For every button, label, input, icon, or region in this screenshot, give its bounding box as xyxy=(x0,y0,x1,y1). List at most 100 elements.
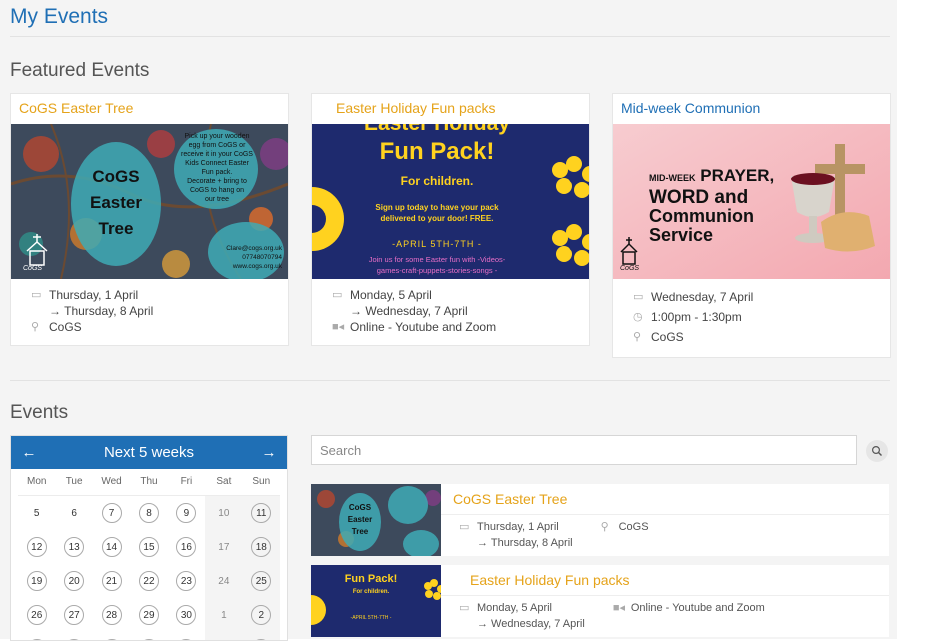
calendar-day-number[interactable]: 7 xyxy=(101,503,122,523)
calendar-day-event[interactable]: 5 xyxy=(93,632,130,640)
calendar-day-event[interactable]: 6 xyxy=(130,632,167,640)
calendar-day-event[interactable]: 21 xyxy=(93,564,130,598)
featured-card-title[interactable]: Easter Holiday Fun packs xyxy=(312,94,589,124)
calendar-day-number[interactable]: 19 xyxy=(26,571,47,591)
svg-text:For children.: For children. xyxy=(353,589,390,595)
calendar-day-number[interactable]: 29 xyxy=(138,605,159,625)
calendar-icon: ▭ xyxy=(31,289,42,301)
event-date-start: Monday, 5 April xyxy=(350,288,432,302)
calendar-day-event[interactable]: 14 xyxy=(93,530,130,564)
calendar-day-event[interactable]: 22 xyxy=(130,564,167,598)
calendar-day-event[interactable]: 8 xyxy=(130,496,167,530)
calendar-day-event[interactable]: 27 xyxy=(55,598,92,632)
calendar-day-event[interactable]: 26 xyxy=(18,598,55,632)
events-section-title: Events xyxy=(10,402,69,423)
arrow-left-icon[interactable]: ← xyxy=(21,444,37,461)
calendar-day-event[interactable]: 29 xyxy=(130,598,167,632)
calendar-day-event[interactable]: 13 xyxy=(55,530,92,564)
fun-pack-body-line: delivered to your door! FREE. xyxy=(380,214,494,223)
calendar-icon: ▭ xyxy=(459,521,470,533)
featured-card-fun-packs[interactable]: Easter Holiday Fun packs Easter Holiday … xyxy=(311,93,590,346)
calendar-day-event[interactable]: 20 xyxy=(55,564,92,598)
calendar-day-number[interactable]: 12 xyxy=(26,537,47,557)
calendar-day-event[interactable]: 9 xyxy=(242,632,280,640)
calendar-day-number[interactable]: 13 xyxy=(64,537,85,557)
calendar-day-event[interactable]: 30 xyxy=(168,598,205,632)
calendar-day-number[interactable]: 30 xyxy=(176,605,197,625)
fun-pack-top-text: Easter Holiday xyxy=(312,124,562,136)
event-date: Wednesday, 7 April xyxy=(651,290,754,304)
calendar-dow: Fri xyxy=(167,469,206,496)
calendar-day-number[interactable]: 11 xyxy=(251,503,272,523)
calendar-day: 6 xyxy=(55,496,92,530)
calendar-day-number[interactable]: 23 xyxy=(176,571,197,591)
search-input[interactable] xyxy=(311,435,857,465)
easter-tree-big-line: Tree xyxy=(98,219,134,238)
calendar-day-event[interactable]: 12 xyxy=(18,530,55,564)
calendar-day-event[interactable]: 25 xyxy=(242,564,280,598)
event-thumbnail[interactable]: CoGS Easter Tree xyxy=(311,484,441,556)
event-thumbnail[interactable]: Fun Pack! For children. -APRIL 5TH-7TH - xyxy=(311,565,441,637)
calendar-day-number[interactable]: 16 xyxy=(176,537,197,557)
calendar-day-number[interactable]: 27 xyxy=(64,605,85,625)
event-location: CoGS xyxy=(49,320,82,334)
search-icon xyxy=(871,445,882,456)
arrow-right-icon[interactable]: → xyxy=(261,444,277,461)
featured-card-title[interactable]: CoGS Easter Tree xyxy=(11,94,288,124)
location-pin-icon: ⚲ xyxy=(600,521,609,533)
note-line: our tree xyxy=(204,196,230,203)
event-location: Online - Youtube and Zoom xyxy=(350,320,497,334)
calendar-day-event[interactable]: 18 xyxy=(242,530,280,564)
list-item-fun-packs[interactable]: Fun Pack! For children. -APRIL 5TH-7TH -… xyxy=(311,565,889,637)
easter-tree-image[interactable]: CoGS Easter Tree Pick up your wooden egg… xyxy=(11,124,288,279)
title-divider xyxy=(10,36,890,37)
calendar-day-number[interactable]: 2 xyxy=(251,605,272,625)
event-time: 1:00pm - 1:30pm xyxy=(651,310,742,324)
calendar-day-event[interactable]: 16 xyxy=(168,530,205,564)
calendar-day-event[interactable]: 11 xyxy=(242,496,280,530)
calendar-day-number[interactable]: 18 xyxy=(251,537,272,557)
calendar-day-number[interactable]: 21 xyxy=(101,571,122,591)
calendar-day-number[interactable]: 8 xyxy=(138,503,159,523)
calendar-day-event[interactable]: 3 xyxy=(18,632,55,640)
communion-image[interactable]: MID-WEEK PRAYER, WORD and Communion Serv… xyxy=(613,124,890,279)
fun-pack-sub-text: For children. xyxy=(400,174,474,188)
calendar-day-event[interactable]: 9 xyxy=(168,496,205,530)
calendar-day-event[interactable]: 2 xyxy=(242,598,280,632)
cogs-logo-text: CoGS xyxy=(23,265,43,272)
calendar-day-event[interactable]: 4 xyxy=(55,632,92,640)
event-date-end: → Wednesday, 7 April xyxy=(350,304,468,318)
event-title-link[interactable]: CoGS Easter Tree xyxy=(441,484,889,515)
video-camera-icon: ■◂ xyxy=(332,321,345,333)
easter-tree-note: Pick up your wooden egg from CoGS or rec… xyxy=(177,132,257,204)
event-title-link[interactable]: Easter Holiday Fun packs xyxy=(441,565,889,596)
calendar-day-event[interactable]: 7 xyxy=(93,496,130,530)
contact-line: Clare@cogs.org.uk xyxy=(226,245,282,252)
calendar-day-number[interactable]: 26 xyxy=(26,605,47,625)
calendar-day-number[interactable]: 14 xyxy=(101,537,122,557)
calendar-day-number[interactable]: 15 xyxy=(138,537,159,557)
featured-card-title[interactable]: Mid-week Communion xyxy=(613,94,890,124)
fun-pack-thumbnail: Fun Pack! For children. -APRIL 5TH-7TH - xyxy=(311,565,441,637)
calendar-day-number[interactable]: 28 xyxy=(101,605,122,625)
note-line: Decorate + bring to xyxy=(187,178,247,185)
calendar-day-event[interactable]: 15 xyxy=(130,530,167,564)
fun-pack-image[interactable]: Easter Holiday Fun Pack! For children. S… xyxy=(312,124,589,279)
calendar-day-event[interactable]: 19 xyxy=(18,564,55,598)
event-date-end: → Wednesday, 7 April xyxy=(477,618,585,630)
calendar-icon: ▭ xyxy=(332,289,343,301)
calendar-day-number[interactable]: 20 xyxy=(64,571,85,591)
calendar-day-event[interactable]: 7 xyxy=(168,632,205,640)
fun-pack-body: Sign up today to have your pack delivere… xyxy=(312,202,562,224)
calendar-day-event[interactable]: 23 xyxy=(168,564,205,598)
calendar-day: 10 xyxy=(205,496,243,530)
calendar-day-number[interactable]: 22 xyxy=(138,571,159,591)
featured-card-communion[interactable]: Mid-week Communion MID-WEEK PRAYER, WORD… xyxy=(612,93,891,358)
calendar-day-event[interactable]: 28 xyxy=(93,598,130,632)
search-button[interactable] xyxy=(866,440,888,462)
featured-card-easter-tree[interactable]: CoGS Easter Tree CoGS Easter Tree Pick u… xyxy=(10,93,289,346)
calendar-day-number[interactable]: 25 xyxy=(251,571,272,591)
list-item-easter-tree[interactable]: CoGS Easter Tree CoGS Easter Tree ▭ Thurs… xyxy=(311,484,889,556)
contact-line: www.cogs.org.uk xyxy=(232,263,282,270)
calendar-day-number[interactable]: 9 xyxy=(176,503,197,523)
